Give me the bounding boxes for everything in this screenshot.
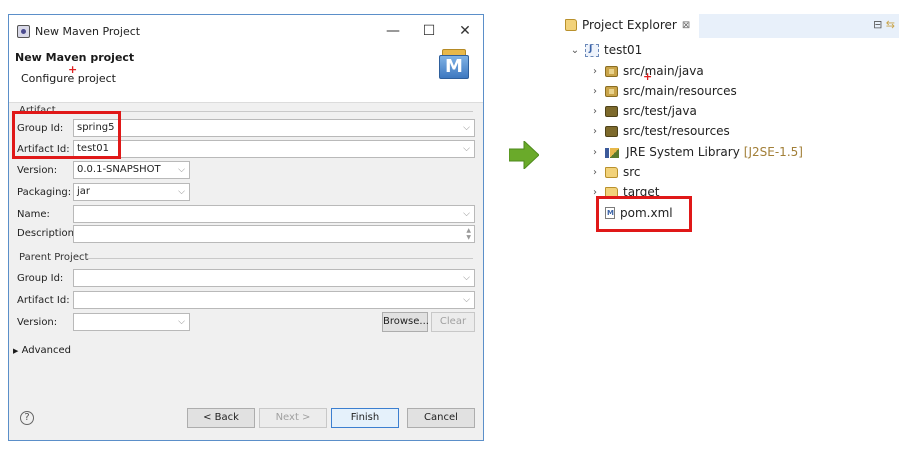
chevron-down-icon[interactable]: ⌵ xyxy=(463,270,470,286)
chevron-down-icon[interactable]: ⌵ xyxy=(178,314,185,330)
chevron-down-icon[interactable]: ⌵ xyxy=(178,162,185,178)
view-toolbar: ⊟ ⇆ xyxy=(873,18,895,31)
new-maven-project-dialog: New Maven Project — ☐ ✕ New Maven projec… xyxy=(8,14,484,441)
triangle-right-icon: ▶ xyxy=(13,347,19,355)
tree-item[interactable]: › src/test/java xyxy=(589,101,697,121)
collapse-all-icon[interactable]: ⊟ xyxy=(873,18,882,31)
tab-project-explorer[interactable]: Project Explorer ⊠ xyxy=(559,12,699,38)
close-button[interactable]: ✕ xyxy=(447,23,483,39)
right-arrow-icon xyxy=(509,141,539,169)
packaging-label: Packaging: xyxy=(17,187,72,198)
chevron-down-icon[interactable]: ⌵ xyxy=(178,184,185,200)
parent-artifact-id-field[interactable]: ⌵ xyxy=(73,291,475,309)
dialog-title: New Maven Project xyxy=(35,24,141,38)
dialog-titlebar: New Maven Project — ☐ ✕ xyxy=(9,15,483,47)
chevron-right-icon[interactable]: › xyxy=(589,66,601,77)
packaging-value: jar xyxy=(77,186,91,197)
description-field[interactable]: ▲ ▼ xyxy=(73,225,475,243)
project-name: test01 xyxy=(604,43,643,57)
wizard-header: New Maven project Configure project + M xyxy=(9,47,483,103)
parent-group-id-field[interactable]: ⌵ xyxy=(73,269,475,287)
chevron-down-icon[interactable]: ⌵ xyxy=(463,292,470,308)
tab-bar-empty xyxy=(699,14,899,38)
parent-version-select[interactable]: ⌵ xyxy=(73,313,190,331)
name-label: Name: xyxy=(17,209,50,220)
parent-separator xyxy=(87,258,473,259)
advanced-toggle[interactable]: ▶ Advanced xyxy=(13,345,71,356)
name-field[interactable]: ⌵ xyxy=(73,205,475,223)
maximize-button[interactable]: ☐ xyxy=(411,23,447,39)
chevron-down-icon[interactable]: ⌵ xyxy=(463,141,470,157)
tree-item-label: src/main/resources xyxy=(623,84,737,98)
tree-item[interactable]: › src xyxy=(589,162,641,182)
parent-group-id-label: Group Id: xyxy=(17,273,64,284)
advanced-label: Advanced xyxy=(21,345,71,356)
parent-section-label: Parent Project xyxy=(19,252,89,263)
tree-item-label: src xyxy=(623,165,641,179)
tree-project-row[interactable]: ⌄ test01 xyxy=(569,40,643,60)
project-explorer-icon xyxy=(565,19,577,31)
library-icon xyxy=(605,147,621,158)
tab-label: Project Explorer xyxy=(582,18,677,32)
clear-button[interactable]: Clear xyxy=(431,312,475,332)
package-folder-icon xyxy=(605,105,618,117)
tree-item-label: src/test/resources xyxy=(623,124,730,138)
chevron-down-icon[interactable]: ⌵ xyxy=(463,206,470,222)
tree-item-label: JRE System Library xyxy=(626,145,740,159)
chevron-down-icon[interactable]: ⌄ xyxy=(569,45,581,56)
description-label: Description: xyxy=(17,228,78,239)
chevron-right-icon[interactable]: › xyxy=(589,126,601,137)
group-id-field[interactable]: spring5 ⌵ xyxy=(73,119,475,137)
next-button[interactable]: Next > xyxy=(259,408,327,428)
artifact-id-field[interactable]: test01 ⌵ xyxy=(73,140,475,158)
tree-item-label: src/main/java xyxy=(623,64,704,78)
chevron-right-icon[interactable]: › xyxy=(589,86,601,97)
scroll-arrows-icon[interactable]: ▲ ▼ xyxy=(466,227,471,241)
version-select[interactable]: 0.0.1-SNAPSHOT ⌵ xyxy=(73,161,190,179)
minimize-button[interactable]: — xyxy=(375,23,411,39)
chevron-right-icon[interactable]: › xyxy=(589,106,601,117)
packaging-select[interactable]: jar ⌵ xyxy=(73,183,190,201)
chevron-right-icon[interactable]: › xyxy=(589,147,601,158)
highlight-box-ids xyxy=(12,111,121,159)
help-icon[interactable]: ? xyxy=(20,411,34,425)
version-label: Version: xyxy=(17,165,58,176)
eclipse-app-icon xyxy=(17,24,30,38)
tree-item-label: src/test/java xyxy=(623,104,697,118)
finish-button[interactable]: Finish xyxy=(331,408,399,428)
package-folder-icon xyxy=(605,65,618,77)
back-button[interactable]: < Back xyxy=(187,408,255,428)
package-folder-icon xyxy=(605,125,618,137)
java-project-icon xyxy=(585,43,599,57)
tab-close-icon[interactable]: ⊠ xyxy=(682,20,690,31)
maven-logo-icon: M xyxy=(437,49,471,79)
parent-version-label: Version: xyxy=(17,317,58,328)
folder-icon xyxy=(605,166,618,178)
tree-item[interactable]: › src/test/resources xyxy=(589,121,730,141)
highlight-box-pom xyxy=(596,196,692,232)
tree-item[interactable]: › src/main/resources xyxy=(589,81,737,101)
artifact-separator xyxy=(59,111,473,112)
package-folder-icon xyxy=(605,85,618,97)
tree-item[interactable]: › JRE System Library [J2SE-1.5] xyxy=(589,142,803,162)
chevron-down-icon[interactable]: ⌵ xyxy=(463,120,470,136)
version-value: 0.0.1-SNAPSHOT xyxy=(77,164,161,175)
chevron-right-icon[interactable]: › xyxy=(589,167,601,178)
link-editor-icon[interactable]: ⇆ xyxy=(886,18,895,31)
browse-button[interactable]: Browse... xyxy=(382,312,429,332)
parent-artifact-id-label: Artifact Id: xyxy=(17,295,70,306)
cancel-button[interactable]: Cancel xyxy=(407,408,475,428)
tree-item-decoration: [J2SE-1.5] xyxy=(743,145,803,159)
cursor-marker-icon: + xyxy=(68,63,78,76)
